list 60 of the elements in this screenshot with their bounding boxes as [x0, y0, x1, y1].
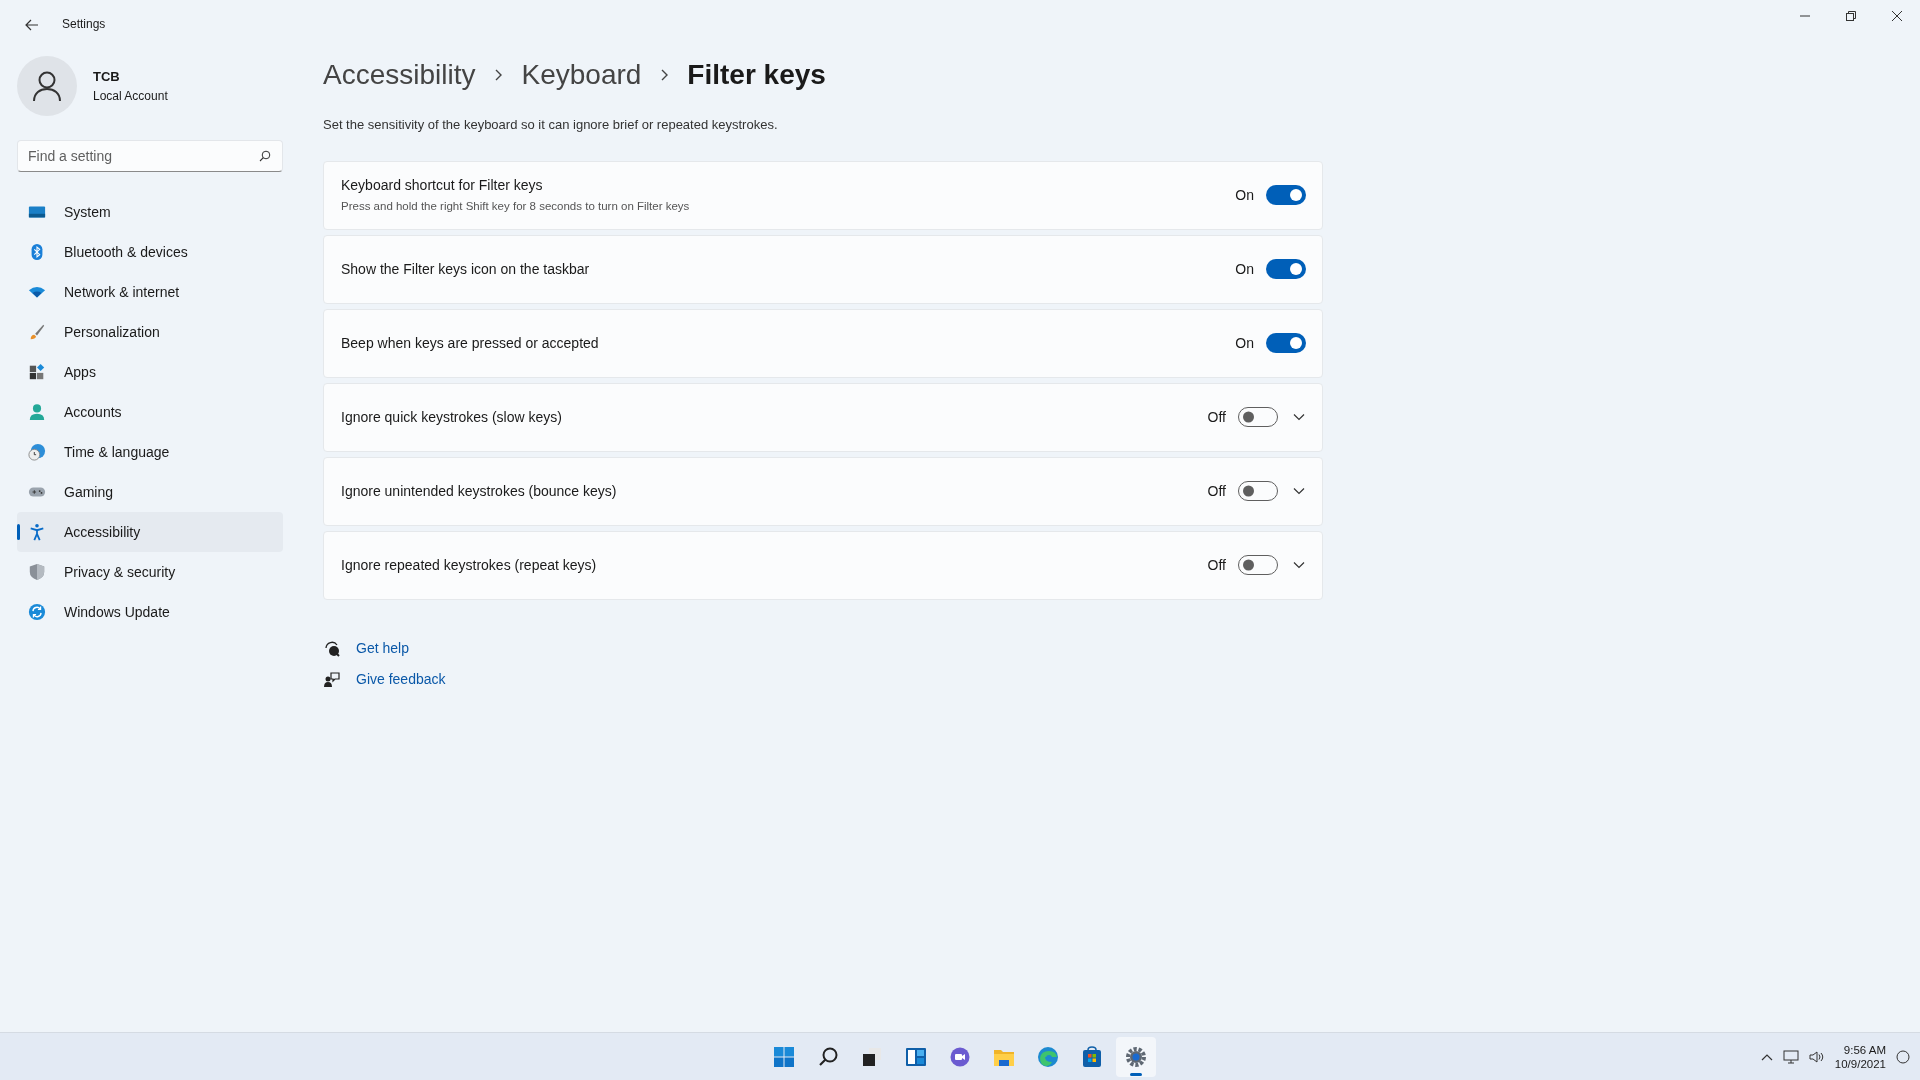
globe-clock-icon: [28, 443, 46, 461]
store-icon: [1080, 1044, 1104, 1069]
setting-title: Ignore quick keystrokes (slow keys): [341, 407, 563, 427]
setting-title: Beep when keys are pressed or accepted: [341, 333, 600, 353]
help-icon: [323, 639, 340, 657]
setting-title: Ignore unintended keystrokes (bounce keys): [341, 481, 618, 501]
close-icon: [1892, 11, 1902, 21]
nav-item[interactable]: Apps: [17, 352, 283, 392]
page-description: Set the sensitivity of the keyboard so it can ignore brief or repeated keystrokes.: [323, 116, 779, 134]
page-title: Filter keys: [687, 58, 826, 92]
monitor-icon[interactable]: [1782, 1050, 1799, 1064]
toggle-switch[interactable]: [1266, 259, 1306, 279]
nav-item[interactable]: Windows Update: [17, 592, 283, 632]
nav-item[interactable]: Network & internet: [17, 272, 283, 312]
shield-icon: [28, 563, 46, 581]
notification-icon[interactable]: [1896, 1050, 1910, 1064]
chevron-up-icon[interactable]: [1760, 1053, 1773, 1061]
setting-title: Ignore repeated keystrokes (repeat keys): [341, 555, 598, 575]
accessibility-icon: [28, 523, 46, 541]
nav-item[interactable]: Time & language: [17, 432, 283, 472]
gear-icon: [1124, 1044, 1148, 1069]
apps-icon: [28, 363, 46, 381]
brush-icon: [28, 323, 46, 341]
toggle-state-label: On: [1235, 333, 1254, 353]
speaker-icon[interactable]: [1808, 1050, 1825, 1064]
nav-item[interactable]: Bluetooth & devices: [17, 232, 283, 272]
person-icon: [28, 403, 46, 421]
nav-item[interactable]: Personalization: [17, 312, 283, 352]
chevron-right-icon: [493, 69, 504, 81]
toggle-state-label: Off: [1207, 407, 1226, 427]
restore-icon: [1846, 11, 1856, 21]
breadcrumb-link[interactable]: Accessibility: [323, 54, 476, 96]
account-type: Local Account: [93, 87, 168, 105]
toggle-state-label: On: [1235, 259, 1254, 279]
nav-item[interactable]: Accounts: [17, 392, 283, 432]
search-icon: [259, 150, 271, 162]
windows-logo-icon: [772, 1044, 796, 1069]
link[interactable]: Give feedback: [356, 668, 446, 690]
toggle-state-label: Off: [1207, 555, 1226, 575]
window-title: Settings: [62, 16, 106, 33]
setting-title: Keyboard shortcut for Filter keys: [341, 175, 544, 195]
feedback-icon: [323, 670, 340, 688]
link[interactable]: Get help: [356, 637, 409, 659]
setting-subtitle: Press and hold the right Shift key for 8 seconds to turn on Filter keys: [341, 198, 691, 214]
refresh-icon: [28, 603, 46, 621]
account-name: TCB: [93, 68, 121, 87]
toggle-state-label: Off: [1207, 481, 1226, 501]
nav-item[interactable]: Accessibility: [17, 512, 283, 552]
toggle-state-label: On: [1235, 185, 1254, 205]
nav-item[interactable]: System: [17, 192, 283, 232]
browser-icon: [1036, 1044, 1060, 1069]
toggle-switch[interactable]: [1266, 185, 1306, 205]
setting-title: Show the Filter keys icon on the taskbar: [341, 259, 591, 279]
search-field[interactable]: Find a setting: [17, 140, 283, 172]
nav-item[interactable]: Gaming: [17, 472, 283, 512]
chevron-right-icon: [659, 69, 670, 81]
nav-item[interactable]: Privacy & security: [17, 552, 283, 592]
toggle-switch[interactable]: [1266, 333, 1306, 353]
clock[interactable]: 9:56 AM 10/9/2021: [1834, 1042, 1886, 1072]
breadcrumb-link[interactable]: Keyboard: [521, 54, 642, 96]
